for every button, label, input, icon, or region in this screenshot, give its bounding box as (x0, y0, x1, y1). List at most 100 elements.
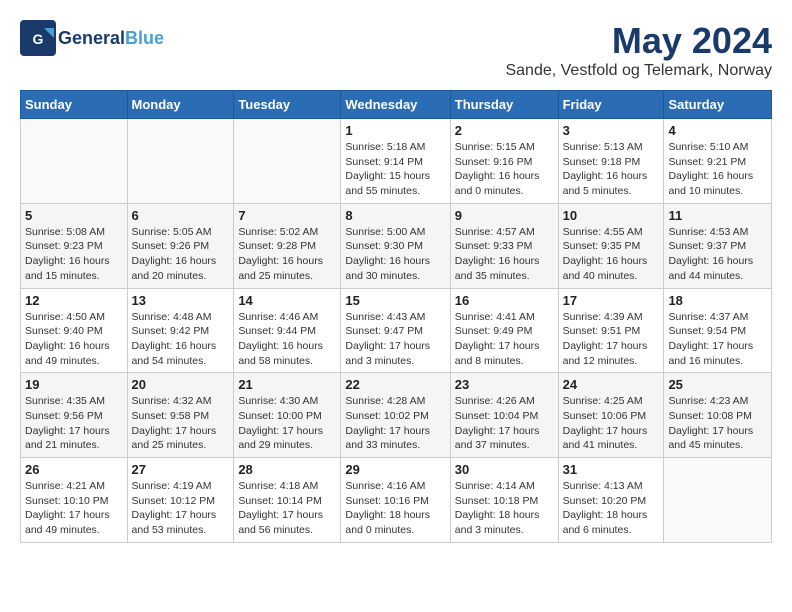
col-header-saturday: Saturday (664, 91, 772, 119)
day-number: 25 (668, 377, 767, 392)
location: Sande, Vestfold og Telemark, Norway (505, 62, 772, 80)
week-row-3: 12 Sunrise: 4:50 AM Sunset: 9:40 PM Dayli… (21, 288, 772, 373)
day-info: Sunrise: 4:46 AM Sunset: 9:44 PM Dayligh… (238, 310, 336, 369)
day-number: 1 (345, 123, 445, 138)
title-block: May 2024 Sande, Vestfold og Telemark, No… (505, 20, 772, 80)
day-cell: 20 Sunrise: 4:32 AM Sunset: 9:58 PM Dayli… (127, 373, 234, 458)
day-info: Sunrise: 5:15 AM Sunset: 9:16 PM Dayligh… (455, 140, 554, 199)
day-info: Sunrise: 5:05 AM Sunset: 9:26 PM Dayligh… (132, 225, 230, 284)
day-cell: 11 Sunrise: 4:53 AM Sunset: 9:37 PM Dayli… (664, 203, 772, 288)
day-cell: 2 Sunrise: 5:15 AM Sunset: 9:16 PM Daylig… (450, 119, 558, 204)
day-number: 28 (238, 462, 336, 477)
day-cell (127, 119, 234, 204)
day-cell: 23 Sunrise: 4:26 AM Sunset: 10:04 PM Dayl… (450, 373, 558, 458)
day-number: 14 (238, 293, 336, 308)
day-info: Sunrise: 4:28 AM Sunset: 10:02 PM Daylig… (345, 394, 445, 453)
day-number: 9 (455, 208, 554, 223)
day-number: 18 (668, 293, 767, 308)
day-info: Sunrise: 5:00 AM Sunset: 9:30 PM Dayligh… (345, 225, 445, 284)
day-number: 21 (238, 377, 336, 392)
day-number: 31 (563, 462, 660, 477)
day-number: 13 (132, 293, 230, 308)
day-cell: 19 Sunrise: 4:35 AM Sunset: 9:56 PM Dayli… (21, 373, 128, 458)
day-cell (21, 119, 128, 204)
day-info: Sunrise: 4:32 AM Sunset: 9:58 PM Dayligh… (132, 394, 230, 453)
day-cell: 9 Sunrise: 4:57 AM Sunset: 9:33 PM Daylig… (450, 203, 558, 288)
day-info: Sunrise: 5:18 AM Sunset: 9:14 PM Dayligh… (345, 140, 445, 199)
col-header-friday: Friday (558, 91, 664, 119)
page-header: G GeneralBlue May 2024 Sande, Vestfold o… (20, 20, 772, 80)
day-info: Sunrise: 4:39 AM Sunset: 9:51 PM Dayligh… (563, 310, 660, 369)
day-info: Sunrise: 4:26 AM Sunset: 10:04 PM Daylig… (455, 394, 554, 453)
col-header-tuesday: Tuesday (234, 91, 341, 119)
week-row-4: 19 Sunrise: 4:35 AM Sunset: 9:56 PM Dayli… (21, 373, 772, 458)
day-info: Sunrise: 4:13 AM Sunset: 10:20 PM Daylig… (563, 479, 660, 538)
day-number: 19 (25, 377, 123, 392)
day-number: 7 (238, 208, 336, 223)
day-info: Sunrise: 4:43 AM Sunset: 9:47 PM Dayligh… (345, 310, 445, 369)
day-info: Sunrise: 4:57 AM Sunset: 9:33 PM Dayligh… (455, 225, 554, 284)
day-number: 4 (668, 123, 767, 138)
day-cell: 5Sunrise: 5:08 AM Sunset: 9:23 PM Daylig… (21, 203, 128, 288)
day-number: 8 (345, 208, 445, 223)
day-info: Sunrise: 5:10 AM Sunset: 9:21 PM Dayligh… (668, 140, 767, 199)
day-info: Sunrise: 4:35 AM Sunset: 9:56 PM Dayligh… (25, 394, 123, 453)
day-info: Sunrise: 4:53 AM Sunset: 9:37 PM Dayligh… (668, 225, 767, 284)
day-number: 11 (668, 208, 767, 223)
day-cell: 4 Sunrise: 5:10 AM Sunset: 9:21 PM Daylig… (664, 119, 772, 204)
day-number: 12 (25, 293, 123, 308)
svg-text:G: G (33, 31, 44, 47)
week-row-1: 1 Sunrise: 5:18 AM Sunset: 9:14 PM Daylig… (21, 119, 772, 204)
day-info: Sunrise: 4:48 AM Sunset: 9:42 PM Dayligh… (132, 310, 230, 369)
day-number: 23 (455, 377, 554, 392)
logo: G GeneralBlue (20, 20, 164, 56)
day-cell: 24Sunrise: 4:25 AM Sunset: 10:06 PM Dayl… (558, 373, 664, 458)
day-cell: 25 Sunrise: 4:23 AM Sunset: 10:08 PM Dayl… (664, 373, 772, 458)
day-number: 22 (345, 377, 445, 392)
day-cell: 22 Sunrise: 4:28 AM Sunset: 10:02 PM Dayl… (341, 373, 450, 458)
day-number: 30 (455, 462, 554, 477)
day-cell: 1 Sunrise: 5:18 AM Sunset: 9:14 PM Daylig… (341, 119, 450, 204)
day-cell: 6Sunrise: 5:05 AM Sunset: 9:26 PM Daylig… (127, 203, 234, 288)
day-cell: 31 Sunrise: 4:13 AM Sunset: 10:20 PM Dayl… (558, 458, 664, 543)
day-info: Sunrise: 4:19 AM Sunset: 10:12 PM Daylig… (132, 479, 230, 538)
day-info: Sunrise: 4:37 AM Sunset: 9:54 PM Dayligh… (668, 310, 767, 369)
day-cell: 18 Sunrise: 4:37 AM Sunset: 9:54 PM Dayli… (664, 288, 772, 373)
day-cell: 29 Sunrise: 4:16 AM Sunset: 10:16 PM Dayl… (341, 458, 450, 543)
day-info: Sunrise: 4:50 AM Sunset: 9:40 PM Dayligh… (25, 310, 123, 369)
col-header-thursday: Thursday (450, 91, 558, 119)
day-info: Sunrise: 5:08 AM Sunset: 9:23 PM Dayligh… (25, 225, 123, 284)
day-number: 20 (132, 377, 230, 392)
day-cell: 3 Sunrise: 5:13 AM Sunset: 9:18 PM Daylig… (558, 119, 664, 204)
day-cell: 14 Sunrise: 4:46 AM Sunset: 9:44 PM Dayli… (234, 288, 341, 373)
day-cell: 8 Sunrise: 5:00 AM Sunset: 9:30 PM Daylig… (341, 203, 450, 288)
day-number: 16 (455, 293, 554, 308)
day-info: Sunrise: 4:23 AM Sunset: 10:08 PM Daylig… (668, 394, 767, 453)
day-number: 10 (563, 208, 660, 223)
day-number: 17 (563, 293, 660, 308)
day-cell: 13 Sunrise: 4:48 AM Sunset: 9:42 PM Dayli… (127, 288, 234, 373)
day-info: Sunrise: 4:25 AM Sunset: 10:06 PM Daylig… (563, 394, 660, 453)
day-number: 27 (132, 462, 230, 477)
logo-icon: G (20, 20, 56, 56)
header-row: SundayMondayTuesdayWednesdayThursdayFrid… (21, 91, 772, 119)
day-cell: 15Sunrise: 4:43 AM Sunset: 9:47 PM Dayli… (341, 288, 450, 373)
week-row-2: 5Sunrise: 5:08 AM Sunset: 9:23 PM Daylig… (21, 203, 772, 288)
day-number: 26 (25, 462, 123, 477)
col-header-wednesday: Wednesday (341, 91, 450, 119)
day-info: Sunrise: 4:55 AM Sunset: 9:35 PM Dayligh… (563, 225, 660, 284)
day-info: Sunrise: 5:02 AM Sunset: 9:28 PM Dayligh… (238, 225, 336, 284)
day-info: Sunrise: 4:21 AM Sunset: 10:10 PM Daylig… (25, 479, 123, 538)
day-number: 29 (345, 462, 445, 477)
day-info: Sunrise: 5:13 AM Sunset: 9:18 PM Dayligh… (563, 140, 660, 199)
day-info: Sunrise: 4:16 AM Sunset: 10:16 PM Daylig… (345, 479, 445, 538)
month-title: May 2024 (505, 20, 772, 62)
day-number: 3 (563, 123, 660, 138)
day-cell: 7 Sunrise: 5:02 AM Sunset: 9:28 PM Daylig… (234, 203, 341, 288)
day-cell: 10 Sunrise: 4:55 AM Sunset: 9:35 PM Dayli… (558, 203, 664, 288)
day-cell (234, 119, 341, 204)
day-cell: 17 Sunrise: 4:39 AM Sunset: 9:51 PM Dayli… (558, 288, 664, 373)
col-header-sunday: Sunday (21, 91, 128, 119)
day-cell (664, 458, 772, 543)
day-number: 2 (455, 123, 554, 138)
